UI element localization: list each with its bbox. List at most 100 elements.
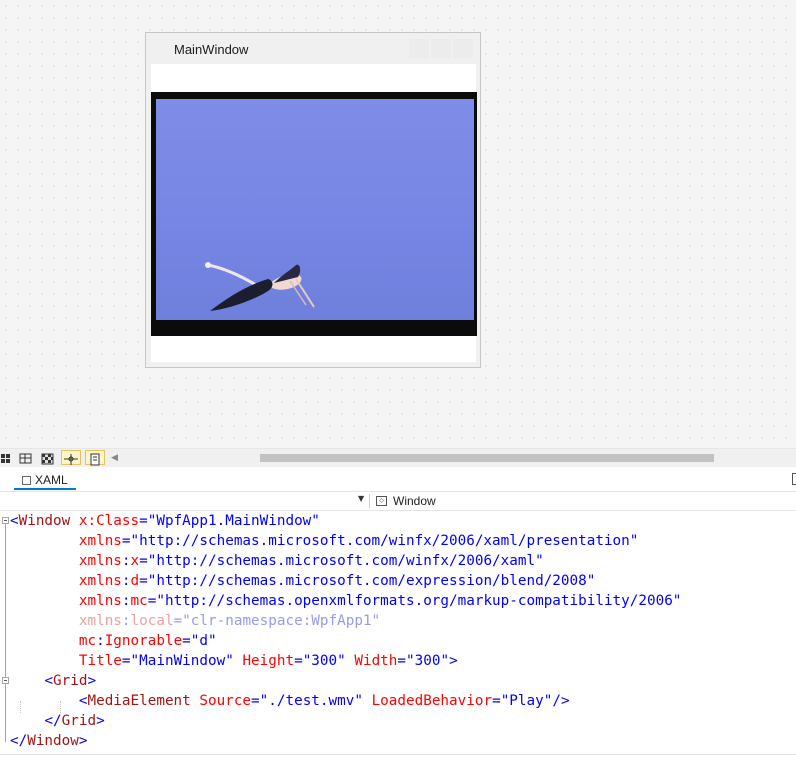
document-icon (90, 453, 100, 466)
token: "http://schemas.microsoft.com/winfx/2006… (147, 553, 544, 569)
preview-window-title: MainWindow (174, 42, 249, 57)
token: Grid (53, 673, 88, 689)
token: "clr-namespace:WpfApp1" (182, 613, 381, 629)
editor-bottom-border (0, 754, 796, 755)
view-tab-strip: XAML (0, 467, 796, 491)
code-line-3[interactable]: xmlns:x="http://schemas.microsoft.com/wi… (10, 551, 544, 571)
tab-xaml[interactable]: XAML (14, 470, 76, 490)
token: : (96, 633, 105, 649)
token: local (130, 613, 174, 629)
code-line-8[interactable]: Title="MainWindow" Height="300" Width="3… (10, 651, 458, 671)
token: xmlns (78, 573, 122, 589)
token: LoadedBehavior (371, 693, 493, 709)
scrollbar-thumb[interactable] (260, 454, 714, 462)
collapse-icon[interactable] (2, 677, 9, 684)
token: mc (130, 593, 148, 609)
token: "MainWindow" (130, 653, 234, 669)
token: "http://schemas.openxmlformats.org/marku… (156, 593, 682, 609)
token: MediaElement (87, 693, 191, 709)
navigation-bar: ▼ ◇ Window (0, 491, 796, 511)
tab-xaml-label: XAML (35, 473, 68, 487)
token: "d" (190, 633, 217, 649)
code-line-6[interactable]: xmlns:local="clr-namespace:WpfApp1" (10, 611, 380, 631)
flamingo-image (205, 262, 315, 311)
token: Ignorable (104, 633, 183, 649)
token: xmlns (78, 553, 122, 569)
token: x (130, 553, 140, 569)
design-surface[interactable]: MainWindow (0, 0, 796, 448)
token: "300" (406, 653, 450, 669)
checkerboard-icon (41, 453, 54, 465)
token: x:Class (78, 513, 140, 529)
code-line-4[interactable]: xmlns:d="http://schemas.microsoft.com/ex… (10, 571, 595, 591)
split-pane-icon[interactable] (792, 473, 796, 485)
token: = (173, 613, 183, 629)
xaml-code-editor[interactable]: <Window x:Class="WpfApp1.MainWindow" xml… (0, 511, 796, 761)
token: Title (78, 653, 122, 669)
snap-grid-icon (19, 453, 32, 464)
token: = (294, 653, 303, 669)
token: < (44, 673, 54, 689)
code-line-5[interactable]: xmlns:mc="http://schemas.openxmlformats.… (10, 591, 682, 611)
token: xmlns (78, 613, 122, 629)
fold-guide (5, 685, 6, 729)
token: xmlns (78, 533, 122, 549)
token: "http://schemas.microsoft.com/expression… (147, 573, 596, 589)
token: : (121, 573, 131, 589)
preview-window-client[interactable] (151, 64, 477, 362)
token: = (139, 573, 148, 589)
code-line-1[interactable]: <Window x:Class="WpfApp1.MainWindow" (10, 511, 320, 531)
token: "300" (302, 653, 346, 669)
designer-toolbar: ◀ (0, 448, 796, 467)
token: Window (18, 513, 71, 529)
checkerboard-button[interactable] (41, 450, 57, 465)
scroll-left-icon[interactable]: ◀ (111, 451, 119, 465)
code-line-10[interactable]: <MediaElement Source="./test.wmv" Loaded… (10, 691, 570, 711)
token: = (139, 553, 148, 569)
project-code-button[interactable] (85, 450, 105, 466)
token: xmlns (78, 593, 122, 609)
token: /> (552, 693, 570, 709)
xaml-icon (22, 476, 31, 485)
token: > (78, 733, 88, 749)
token: < (10, 513, 19, 529)
token: > (96, 713, 105, 729)
code-line-12[interactable]: </Window> (10, 731, 87, 751)
maximize-icon (431, 39, 451, 59)
token: : (121, 593, 131, 609)
token: Source (199, 693, 252, 709)
token: : (121, 553, 131, 569)
collapse-icon[interactable] (2, 517, 9, 524)
media-element[interactable] (151, 92, 477, 336)
code-line-2[interactable]: xmlns="http://schemas.microsoft.com/winf… (10, 531, 639, 551)
snap-to-gridlines-button[interactable] (19, 450, 35, 465)
token: "Play" (500, 693, 553, 709)
code-line-7[interactable]: mc:Ignorable="d" (10, 631, 217, 651)
token: > (449, 653, 458, 669)
token: = (397, 653, 407, 669)
token: Height (242, 653, 295, 669)
element-selector[interactable]: Window (393, 494, 436, 508)
video-frame (156, 99, 474, 320)
token: = (182, 633, 191, 649)
chevron-down-icon[interactable]: ▼ (358, 494, 364, 503)
token: = (121, 653, 131, 669)
horizontal-scrollbar[interactable] (122, 453, 796, 463)
preview-window[interactable]: MainWindow (145, 32, 481, 368)
token: d (130, 573, 140, 589)
token: mc (78, 633, 97, 649)
token: = (139, 513, 148, 529)
snaplines-icon (64, 454, 78, 465)
grid-toggle-button[interactable] (0, 450, 16, 465)
token: = (121, 533, 131, 549)
code-line-11[interactable]: </Grid> (10, 711, 105, 731)
code-line-9[interactable]: <Grid> (10, 671, 96, 691)
token: = (492, 693, 501, 709)
token: = (251, 693, 260, 709)
preview-window-titlebar[interactable]: MainWindow (146, 33, 480, 64)
close-icon (453, 39, 473, 59)
token: > (87, 673, 97, 689)
token: </ (10, 733, 28, 749)
nav-divider (369, 494, 370, 508)
snap-to-snaplines-button[interactable] (61, 450, 81, 465)
